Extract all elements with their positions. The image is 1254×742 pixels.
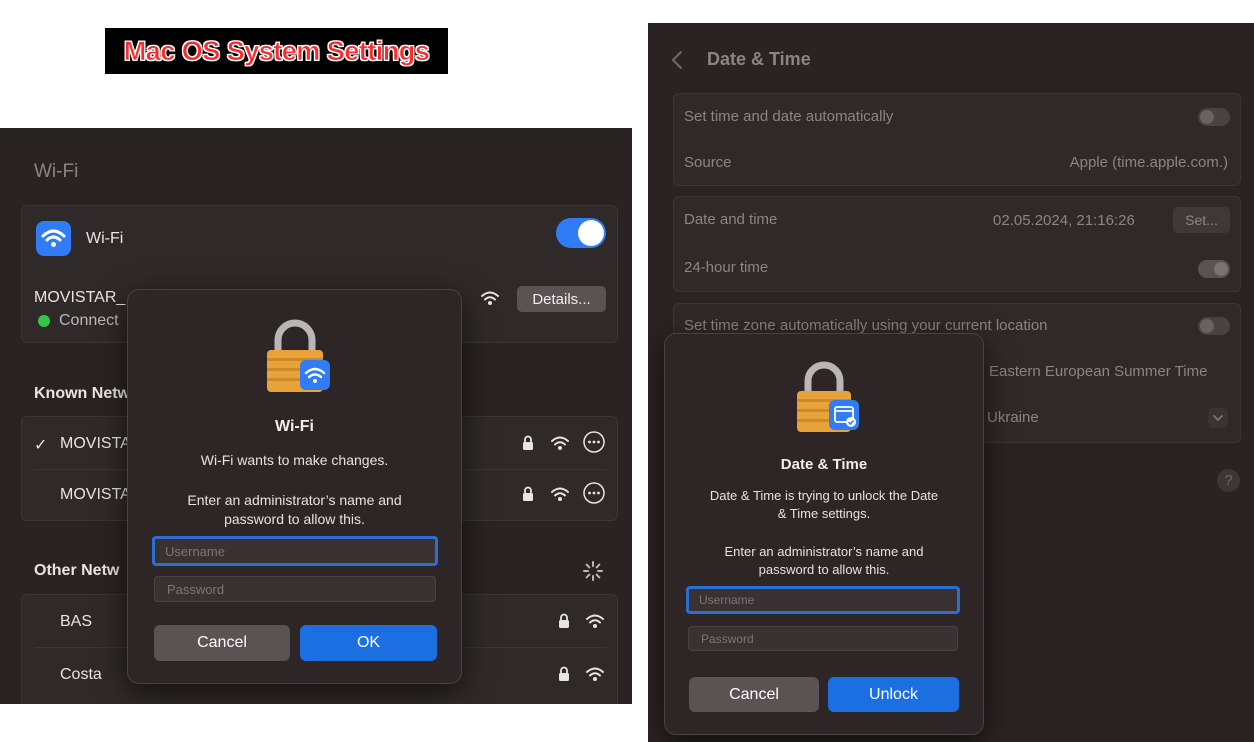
ok-button[interactable]: OK xyxy=(300,625,437,661)
current-network-name: MOVISTAR_ xyxy=(34,289,126,306)
padlock-calendar-icon xyxy=(795,360,861,441)
date-time-label: Date and time xyxy=(684,211,778,228)
wifi-signal-icon xyxy=(550,435,570,456)
other-networks-header: Other Netw xyxy=(34,562,120,579)
wifi-label: Wi-Fi xyxy=(86,230,124,247)
dialog-prompt-line2: password to allow this. xyxy=(224,511,365,527)
banner-title: Mac OS System Settings xyxy=(123,35,430,66)
help-button[interactable]: ? xyxy=(1217,469,1240,492)
date-time-value: 02.05.2024, 21:16:26 xyxy=(993,212,1135,229)
dialog-prompt-line1: Enter an administrator’s name and xyxy=(187,492,402,508)
source-label: Source xyxy=(684,154,732,171)
more-options-icon[interactable] xyxy=(582,481,606,510)
lock-icon xyxy=(522,486,534,507)
chevron-down-icon[interactable] xyxy=(1208,408,1228,428)
wifi-settings-pane: Wi-Fi Wi-Fi MOVISTAR_ Connect Details...… xyxy=(0,128,632,704)
known-networks-header: Known Netw xyxy=(34,385,130,402)
lock-icon xyxy=(558,613,570,634)
username-field[interactable]: Username xyxy=(152,536,438,566)
wifi-signal-icon xyxy=(550,486,570,507)
wifi-signal-icon xyxy=(480,290,500,311)
datetime-auth-dialog: Date & Time Date & Time is trying to unl… xyxy=(664,333,984,735)
cancel-button[interactable]: Cancel xyxy=(689,677,819,712)
network-name: MOVISTA xyxy=(60,486,131,503)
check-icon: ✓ xyxy=(34,437,48,454)
pane-title: Date & Time xyxy=(707,49,811,69)
date-time-card: Date and time 02.05.2024, 21:16:26 Set..… xyxy=(673,196,1241,292)
dialog-prompt-line1: Enter an administrator’s name and xyxy=(724,544,924,559)
tz-auto-toggle[interactable] xyxy=(1198,317,1230,335)
back-chevron-icon[interactable] xyxy=(670,49,684,76)
wifi-signal-icon xyxy=(585,613,605,634)
timezone-value: Eastern European Summer Time xyxy=(989,363,1208,380)
unlock-button[interactable]: Unlock xyxy=(828,677,959,712)
status-dot xyxy=(38,315,50,327)
lock-icon xyxy=(558,666,570,687)
dialog-prompt-line2: password to allow this. xyxy=(758,562,890,577)
auto-time-card: Set time and date automatically Source A… xyxy=(673,93,1241,186)
dialog-message-line1: Date & Time is trying to unlock the Date xyxy=(709,488,939,503)
details-button[interactable]: Details... xyxy=(517,286,606,312)
wifi-signal-icon xyxy=(585,666,605,687)
cancel-button[interactable]: Cancel xyxy=(154,625,290,661)
password-field[interactable]: Password xyxy=(154,576,436,602)
network-name: Costa xyxy=(60,666,102,683)
wifi-icon xyxy=(36,221,71,256)
dialog-message: Wi-Fi wants to make changes. xyxy=(200,452,389,468)
source-value: Apple (time.apple.com.) xyxy=(1069,154,1228,171)
lock-icon xyxy=(522,435,534,456)
hour24-toggle[interactable] xyxy=(1198,260,1230,278)
more-options-icon[interactable] xyxy=(582,430,606,459)
password-field[interactable]: Password xyxy=(688,626,958,651)
dialog-title: Wi-Fi xyxy=(275,418,314,435)
datetime-settings-pane: Date & Time Set time and date automatica… xyxy=(648,23,1254,742)
city-value: Ukraine xyxy=(987,409,1039,426)
page-banner: Mac OS System Settings xyxy=(105,28,448,74)
tz-auto-label: Set time zone automatically using your c… xyxy=(684,317,1048,334)
network-name: BAS xyxy=(60,613,93,630)
pane-title: Wi-Fi xyxy=(34,161,79,182)
set-date-button[interactable]: Set... xyxy=(1173,207,1230,233)
dialog-title: Date & Time xyxy=(780,456,868,473)
username-field[interactable]: Username xyxy=(686,586,960,614)
set-auto-label: Set time and date automatically xyxy=(684,108,894,125)
wifi-auth-dialog: Wi-Fi Wi-Fi wants to make changes. Enter… xyxy=(127,289,462,684)
connection-status: Connect xyxy=(59,312,119,329)
loading-spinner-icon xyxy=(582,560,604,587)
dialog-message-line2: & Time settings. xyxy=(777,506,871,521)
set-auto-toggle[interactable] xyxy=(1198,108,1230,126)
network-name: MOVISTA xyxy=(60,435,131,452)
wifi-toggle[interactable] xyxy=(556,218,606,248)
padlock-wifi-icon xyxy=(264,318,334,401)
hour24-label: 24-hour time xyxy=(684,259,769,276)
